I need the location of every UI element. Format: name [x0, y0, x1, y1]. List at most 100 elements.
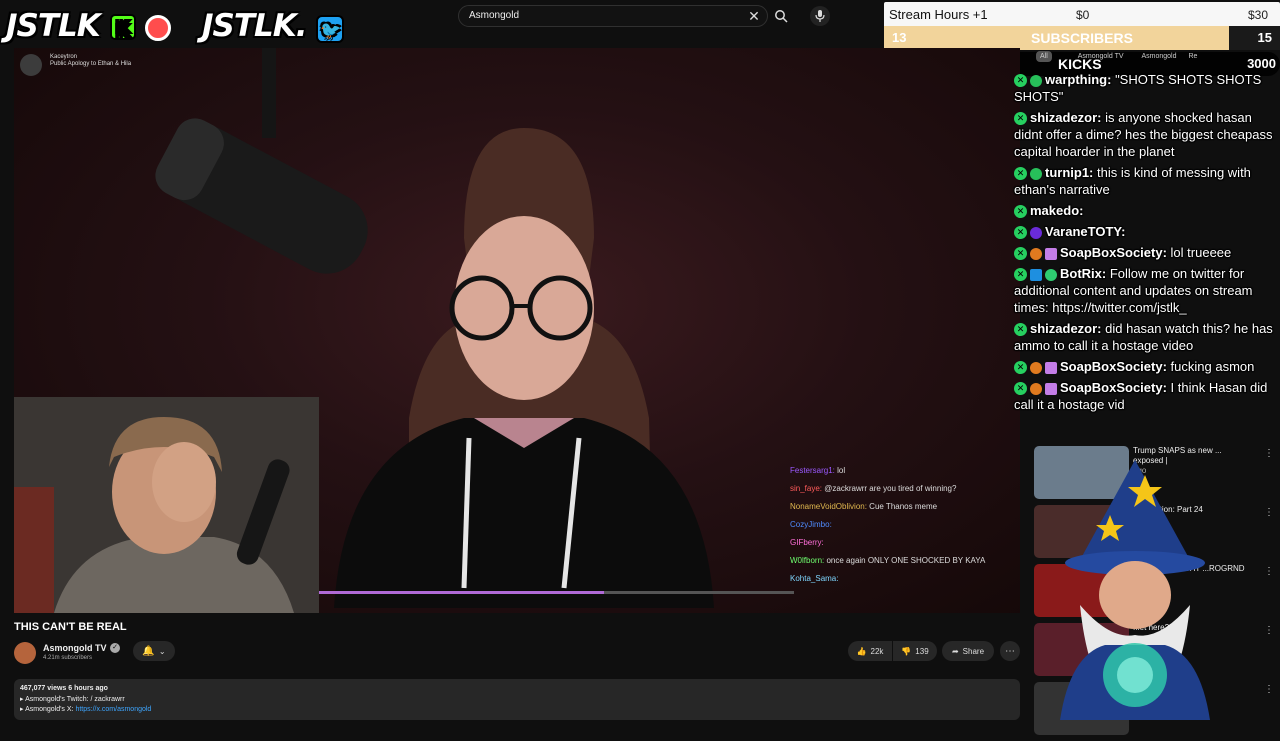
desc-x-line: ▸ Asmongold's X: https://x.com/asmongold	[20, 705, 1014, 713]
verified-icon: ✓	[110, 643, 120, 653]
chat-text: fucking asmon	[1170, 359, 1255, 374]
video-title: THIS CAN'T BE REAL	[14, 621, 127, 633]
goal-min: $0	[1076, 8, 1090, 22]
like-button[interactable]: 👍 22k	[848, 641, 892, 661]
record-icon	[145, 14, 172, 41]
chat-text: lol trueeee	[1170, 245, 1232, 260]
gift-icon	[1045, 247, 1057, 260]
video-progress-bar[interactable]	[319, 591, 794, 594]
gift-icon	[1045, 361, 1057, 374]
bell-icon: 🔔	[142, 645, 155, 657]
streamer-figure	[334, 128, 714, 608]
replay-chat-user: CozyJimbo:	[790, 520, 832, 529]
desc-twitch-label: Asmongold's Twitch:	[25, 696, 89, 703]
more-options-icon[interactable]: ⋮	[1264, 507, 1274, 518]
more-options-icon[interactable]: ⋮	[1264, 684, 1274, 695]
clear-search-icon[interactable]: ✕	[746, 8, 762, 24]
facecam	[14, 397, 319, 613]
search-icon[interactable]	[772, 8, 790, 24]
stream-goal-panel: Stream Hours +1 $0 $30 13 SUBSCRIBERS 15	[884, 2, 1280, 50]
chip-all[interactable]: All	[1036, 51, 1052, 62]
chat-message: ✕ SoapBoxSociety: fucking asmon	[1012, 357, 1280, 378]
chat-message: ✕ VaraneTOTY:	[1012, 222, 1280, 243]
replay-chat-message: W0lfborn: once again ONLY ONE SHOCKED BY…	[790, 556, 1020, 566]
dislike-button[interactable]: 👎 139	[893, 641, 937, 661]
wizard-mascot	[1060, 460, 1210, 720]
desc-x-label: Asmongold's X:	[25, 706, 74, 713]
desc-x-link[interactable]: https://x.com/asmongold	[75, 706, 151, 713]
notification-bell-button[interactable]: 🔔 ⌄	[133, 641, 175, 661]
channel-name[interactable]: Asmongold TV	[43, 643, 107, 653]
search-query: Asmongold	[469, 10, 520, 21]
chat-username: makedo:	[1030, 203, 1084, 218]
video-progress-fill	[319, 591, 604, 594]
embedded-avatar	[20, 54, 42, 76]
replay-chat-user: NonameVoidOblivion:	[790, 502, 867, 511]
subscriber-count: 4.21m subscribers	[43, 655, 93, 661]
share-label: Share	[962, 646, 985, 656]
purple-badge-icon	[1030, 226, 1042, 239]
expand-arrow-icon: ▸	[20, 696, 24, 703]
like-count: 22k	[870, 646, 884, 656]
chat-message: ✕ turnip1: this is kind of messing with e…	[1012, 163, 1280, 201]
chat-message: ✕ makedo:	[1012, 201, 1280, 222]
more-options-icon[interactable]: ⋮	[1264, 625, 1274, 636]
chip-related[interactable]: Re	[1188, 53, 1197, 60]
desc-twitch-line: ▸ Asmongold's Twitch: / zackrawrr	[20, 695, 1014, 703]
kick-mod-icon: ✕	[1014, 226, 1027, 240]
channel-avatar[interactable]	[14, 642, 36, 664]
orange-badge-icon	[1030, 247, 1042, 260]
subscribers-goal: 15	[1257, 30, 1272, 45]
chip-asmongold-tv[interactable]: Asmongold TV	[1078, 53, 1124, 60]
replay-chat-text: lol	[837, 466, 846, 475]
more-options-icon[interactable]: ⋮	[1264, 566, 1274, 577]
replay-chat-text: @zackrawrr are you tired of winning?	[824, 484, 957, 493]
replay-chat-message: Festersarg1: lol	[790, 466, 1020, 476]
kick-mod-icon: ✕	[1014, 247, 1027, 261]
thumbs-up-icon: 👍	[856, 646, 867, 656]
kick-mod-icon: ✕	[1014, 74, 1027, 88]
more-options-icon[interactable]: ⋮	[1264, 448, 1274, 459]
chat-username: SoapBoxSociety:	[1060, 245, 1167, 260]
replay-chat-message: sin_faye: @zackrawrr are you tired of wi…	[790, 484, 1020, 494]
kick-mod-icon: ✕	[1014, 167, 1027, 181]
chat-message: ✕ shizadezor: is anyone shocked hasan did…	[1012, 108, 1280, 163]
more-actions-button[interactable]: ⋯	[1000, 641, 1020, 661]
replay-chat-user: Festersarg1:	[790, 466, 835, 475]
share-button[interactable]: ➦ Share	[942, 641, 994, 661]
replay-chat-user: GIFberry:	[790, 538, 824, 547]
youtube-chat-replay: Festersarg1: lol sin_faye: @zackrawrr are…	[790, 466, 1020, 592]
subscribers-label: SUBSCRIBERS	[1031, 30, 1133, 46]
share-icon: ➦	[951, 646, 959, 656]
logo-text: JSTLK.	[202, 8, 308, 44]
embedded-video-title: Public Apology to Ethan & Hila	[50, 61, 132, 67]
logo-text: JSTLK	[6, 8, 101, 44]
embedded-channel-name: Kaceytron	[50, 54, 78, 60]
replay-chat-text: Cue Thanos meme	[869, 502, 938, 511]
desc-twitch-value[interactable]: / zackrawrr	[91, 696, 125, 703]
kick-icon: K	[109, 14, 136, 41]
chat-username: BotRix:	[1060, 266, 1107, 281]
jstlk-twitter-logo: JSTLK. 🐦	[202, 8, 345, 44]
microphone-icon[interactable]	[810, 6, 830, 26]
green-badge-icon	[1030, 167, 1042, 180]
kick-mod-icon: ✕	[1014, 268, 1027, 282]
replay-chat-text: once again ONLY ONE SHOCKED BY KAYA	[826, 556, 986, 565]
search-input[interactable]: Asmongold	[458, 5, 768, 27]
gift-icon	[1045, 382, 1057, 395]
replay-chat-user: sin_faye:	[790, 484, 823, 493]
kick-mod-icon: ✕	[1014, 382, 1027, 396]
expand-arrow-icon: ▸	[20, 706, 24, 713]
subscribers-bar: 13 SUBSCRIBERS 15	[884, 26, 1280, 50]
chat-username: turnip1:	[1045, 165, 1094, 180]
upload-age: 6 hours ago	[68, 685, 108, 692]
chat-message: ✕ SoapBoxSociety: I think Hasan did call …	[1012, 378, 1280, 416]
embedded-channel-header: Kaceytron Public Apology to Ethan & Hila	[20, 54, 132, 76]
chat-username: SoapBoxSociety:	[1060, 380, 1167, 395]
kick-mod-icon: ✕	[1014, 112, 1027, 126]
filter-chips: All Asmongold TV Asmongold Re	[1036, 51, 1197, 62]
chat-message: ✕ shizadezor: did hasan watch this? he ha…	[1012, 319, 1280, 357]
chip-asmongold[interactable]: Asmongold	[1141, 53, 1176, 60]
description-box[interactable]: 467,077 views 6 hours ago ▸ Asmongold's …	[14, 679, 1020, 720]
orange-badge-icon	[1030, 361, 1042, 374]
